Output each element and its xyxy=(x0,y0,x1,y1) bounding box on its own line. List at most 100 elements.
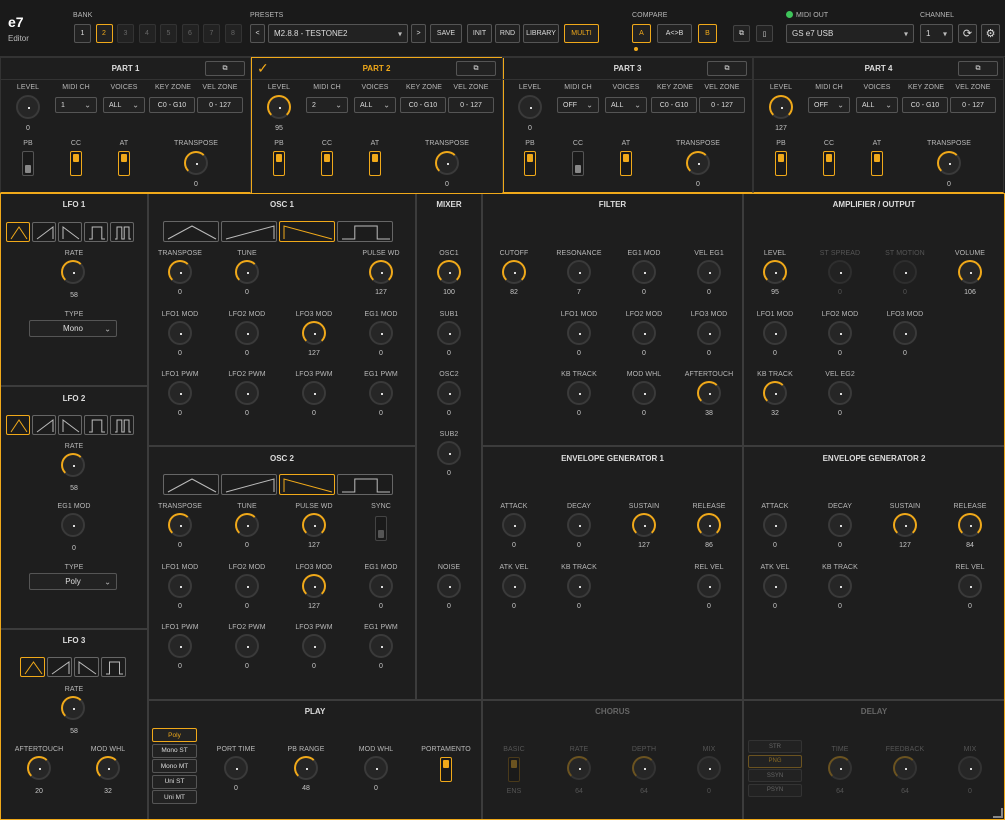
decay-knob[interactable] xyxy=(567,513,591,537)
mod-whl-knob[interactable] xyxy=(632,381,656,405)
part-cc-switch[interactable] xyxy=(823,151,835,176)
part-level-knob[interactable] xyxy=(16,95,40,119)
eg1-pwm-knob[interactable] xyxy=(369,381,393,405)
lfo2-type-select[interactable]: Poly ⌄ xyxy=(29,573,117,590)
part-voices-select[interactable]: ALL ⌄ xyxy=(103,97,145,113)
bank-button-2[interactable]: 2 xyxy=(95,24,113,43)
cutoff-knob[interactable] xyxy=(502,260,526,284)
sustain-knob[interactable] xyxy=(893,513,917,537)
vel-eg1-knob[interactable] xyxy=(697,260,721,284)
multi-button[interactable]: MULTI xyxy=(564,24,599,43)
lfo2-wave-4[interactable] xyxy=(110,415,134,435)
port-time-knob[interactable] xyxy=(224,756,248,780)
preset-select[interactable]: M2.8.8 - TESTONE2 ▾ xyxy=(268,24,408,43)
lfo2-rate-knob[interactable] xyxy=(61,453,85,477)
lfo3-wave-0[interactable] xyxy=(20,657,45,677)
copy-icon[interactable]: ⧉ xyxy=(707,61,747,76)
part-transpose-knob[interactable] xyxy=(184,151,208,175)
delay-feedback-knob[interactable] xyxy=(893,756,917,780)
sustain-knob[interactable] xyxy=(632,513,656,537)
osc2-knob[interactable] xyxy=(437,381,461,405)
play-mode-poly[interactable]: Poly xyxy=(152,728,197,742)
lfo1-wave-0[interactable] xyxy=(6,222,30,242)
sub2-knob[interactable] xyxy=(437,441,461,465)
transpose-knob[interactable] xyxy=(168,260,192,284)
save-button[interactable]: SAVE xyxy=(430,24,462,43)
part-midi-ch-select[interactable]: OFF ⌄ xyxy=(808,97,850,113)
attack-knob[interactable] xyxy=(502,513,526,537)
kb-track-knob[interactable] xyxy=(567,574,591,598)
part-at-switch[interactable] xyxy=(118,151,130,176)
compare-b-button[interactable]: B xyxy=(698,24,717,43)
osc2-sync-switch[interactable] xyxy=(375,516,387,541)
kb-track-knob[interactable] xyxy=(763,381,787,405)
bank-button-5[interactable]: 5 xyxy=(160,24,177,43)
part-at-switch[interactable] xyxy=(871,151,883,176)
channel-select[interactable]: 1 ▾ xyxy=(920,24,953,43)
attack-knob[interactable] xyxy=(763,513,787,537)
aftertouch-knob[interactable] xyxy=(697,381,721,405)
osc1-wave-2[interactable] xyxy=(279,221,335,242)
kb-track-knob[interactable] xyxy=(567,381,591,405)
lfo1-pwm-knob[interactable] xyxy=(168,634,192,658)
lfo2-mod-knob[interactable] xyxy=(235,321,259,345)
lfo3-aftertouch-knob[interactable] xyxy=(27,756,51,780)
atk-vel-knob[interactable] xyxy=(763,574,787,598)
part-cc-switch[interactable] xyxy=(70,151,82,176)
part-pb-switch[interactable] xyxy=(273,151,285,176)
part-key-zone-field[interactable]: C0 - G10 xyxy=(651,97,697,113)
init-button[interactable]: INIT xyxy=(467,24,492,43)
osc2-wave-2[interactable] xyxy=(279,474,335,495)
release-knob[interactable] xyxy=(697,513,721,537)
pulse-wd-knob[interactable] xyxy=(302,513,326,537)
compare-a-button[interactable]: A xyxy=(632,24,651,43)
lfo1-wave-1[interactable] xyxy=(32,222,56,242)
library-button[interactable]: LIBRARY xyxy=(523,24,559,43)
st-spread-knob[interactable] xyxy=(828,260,852,284)
lfo2-pwm-knob[interactable] xyxy=(235,381,259,405)
lfo3-pwm-knob[interactable] xyxy=(302,381,326,405)
eg1-mod-knob[interactable] xyxy=(632,260,656,284)
part-cc-switch[interactable] xyxy=(572,151,584,176)
copy-icon[interactable]: ⧉ xyxy=(958,61,998,76)
lfo1-mod-knob[interactable] xyxy=(567,321,591,345)
lfo3-pwm-knob[interactable] xyxy=(302,634,326,658)
preset-next-button[interactable]: > xyxy=(411,24,426,43)
lfo1-wave-2[interactable] xyxy=(58,222,82,242)
rnd-button[interactable]: RND xyxy=(495,24,520,43)
part-level-knob[interactable] xyxy=(267,95,291,119)
part-pb-switch[interactable] xyxy=(524,151,536,176)
part-pb-switch[interactable] xyxy=(22,151,34,176)
gear-icon[interactable]: ⚙ xyxy=(981,24,1000,43)
bank-button-8[interactable]: 8 xyxy=(224,24,242,43)
lfo3-rate-knob[interactable] xyxy=(61,696,85,720)
part-transpose-knob[interactable] xyxy=(937,151,961,175)
kb-track-knob[interactable] xyxy=(828,574,852,598)
osc2-wave-3[interactable] xyxy=(337,474,393,495)
lfo1-rate-knob[interactable] xyxy=(61,260,85,284)
part-vel-zone-field[interactable]: 0 - 127 xyxy=(699,97,745,113)
eg1-mod-knob[interactable] xyxy=(369,574,393,598)
decay-knob[interactable] xyxy=(828,513,852,537)
chorus-rate-knob[interactable] xyxy=(567,756,591,780)
lfo1-mod-knob[interactable] xyxy=(763,321,787,345)
delay-mode-png[interactable]: PNG xyxy=(748,754,802,768)
lfo2-wave-2[interactable] xyxy=(58,415,82,435)
part-at-switch[interactable] xyxy=(369,151,381,176)
part-key-zone-field[interactable]: C0 - G10 xyxy=(400,97,446,113)
volume-knob[interactable] xyxy=(958,260,982,284)
sync-icon[interactable]: ⟳ xyxy=(958,24,977,43)
lfo3-mod-knob[interactable] xyxy=(893,321,917,345)
lfo3-modwhl-knob[interactable] xyxy=(96,756,120,780)
lfo1-wave-4[interactable] xyxy=(110,222,134,242)
delay-mode-ssyn[interactable]: SSYN xyxy=(748,769,802,782)
resize-handle[interactable] xyxy=(993,808,1003,818)
play-mode-mono-mt[interactable]: Mono MT xyxy=(152,759,197,773)
st-motion-knob[interactable] xyxy=(893,260,917,284)
bank-button-7[interactable]: 7 xyxy=(203,24,220,43)
delay-time-knob[interactable] xyxy=(828,756,852,780)
lfo2-mod-knob[interactable] xyxy=(235,574,259,598)
osc2-wave-1[interactable] xyxy=(221,474,277,495)
lfo1-wave-3[interactable] xyxy=(84,222,108,242)
part-at-switch[interactable] xyxy=(620,151,632,176)
